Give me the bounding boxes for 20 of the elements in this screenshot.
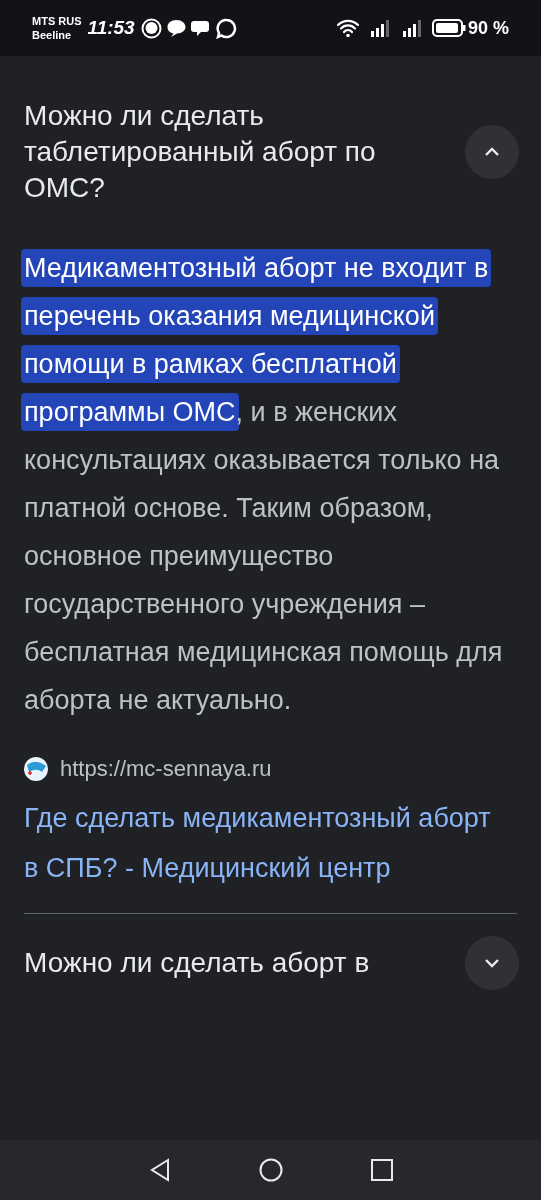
site-favicon-icon — [24, 756, 48, 781]
battery-icon — [431, 19, 466, 37]
clock-time: 11:53 — [87, 15, 135, 40]
home-icon[interactable] — [258, 1158, 283, 1182]
signal-icon — [369, 18, 392, 38]
back-icon[interactable] — [148, 1158, 171, 1182]
answer-text: Медикаментозный аборт не входит в перечень оказания медицинской помощи в рамках бесплатной программы ОМС, и в женских консультациях оказывается только на платной основе. Таким образом, основное преимущество государственного учреждения – бесплатная медицинская помощь для аборта не актуально. — [24, 244, 514, 724]
recents-icon[interactable] — [370, 1159, 393, 1181]
battery-percent: 90 % — [467, 16, 509, 40]
carrier-name: Beeline — [32, 28, 73, 42]
carrier-name: MTS RUS — [32, 14, 82, 28]
question-text: Можно ли сделать таблетированный аборт по ОМС? — [24, 99, 377, 205]
source-url: https://mc-sennaya.ru — [60, 755, 272, 783]
chat-icon — [215, 17, 237, 39]
wifi-icon — [335, 18, 360, 38]
chat-icon — [140, 17, 162, 39]
signal-icon — [401, 18, 424, 38]
question-text: Можно ли сделать аборт в — [24, 946, 371, 980]
message-icon — [165, 17, 187, 39]
result-link[interactable]: Где сделать медикаментозный аборт в СПБ? - Медицинский центр — [24, 793, 504, 913]
